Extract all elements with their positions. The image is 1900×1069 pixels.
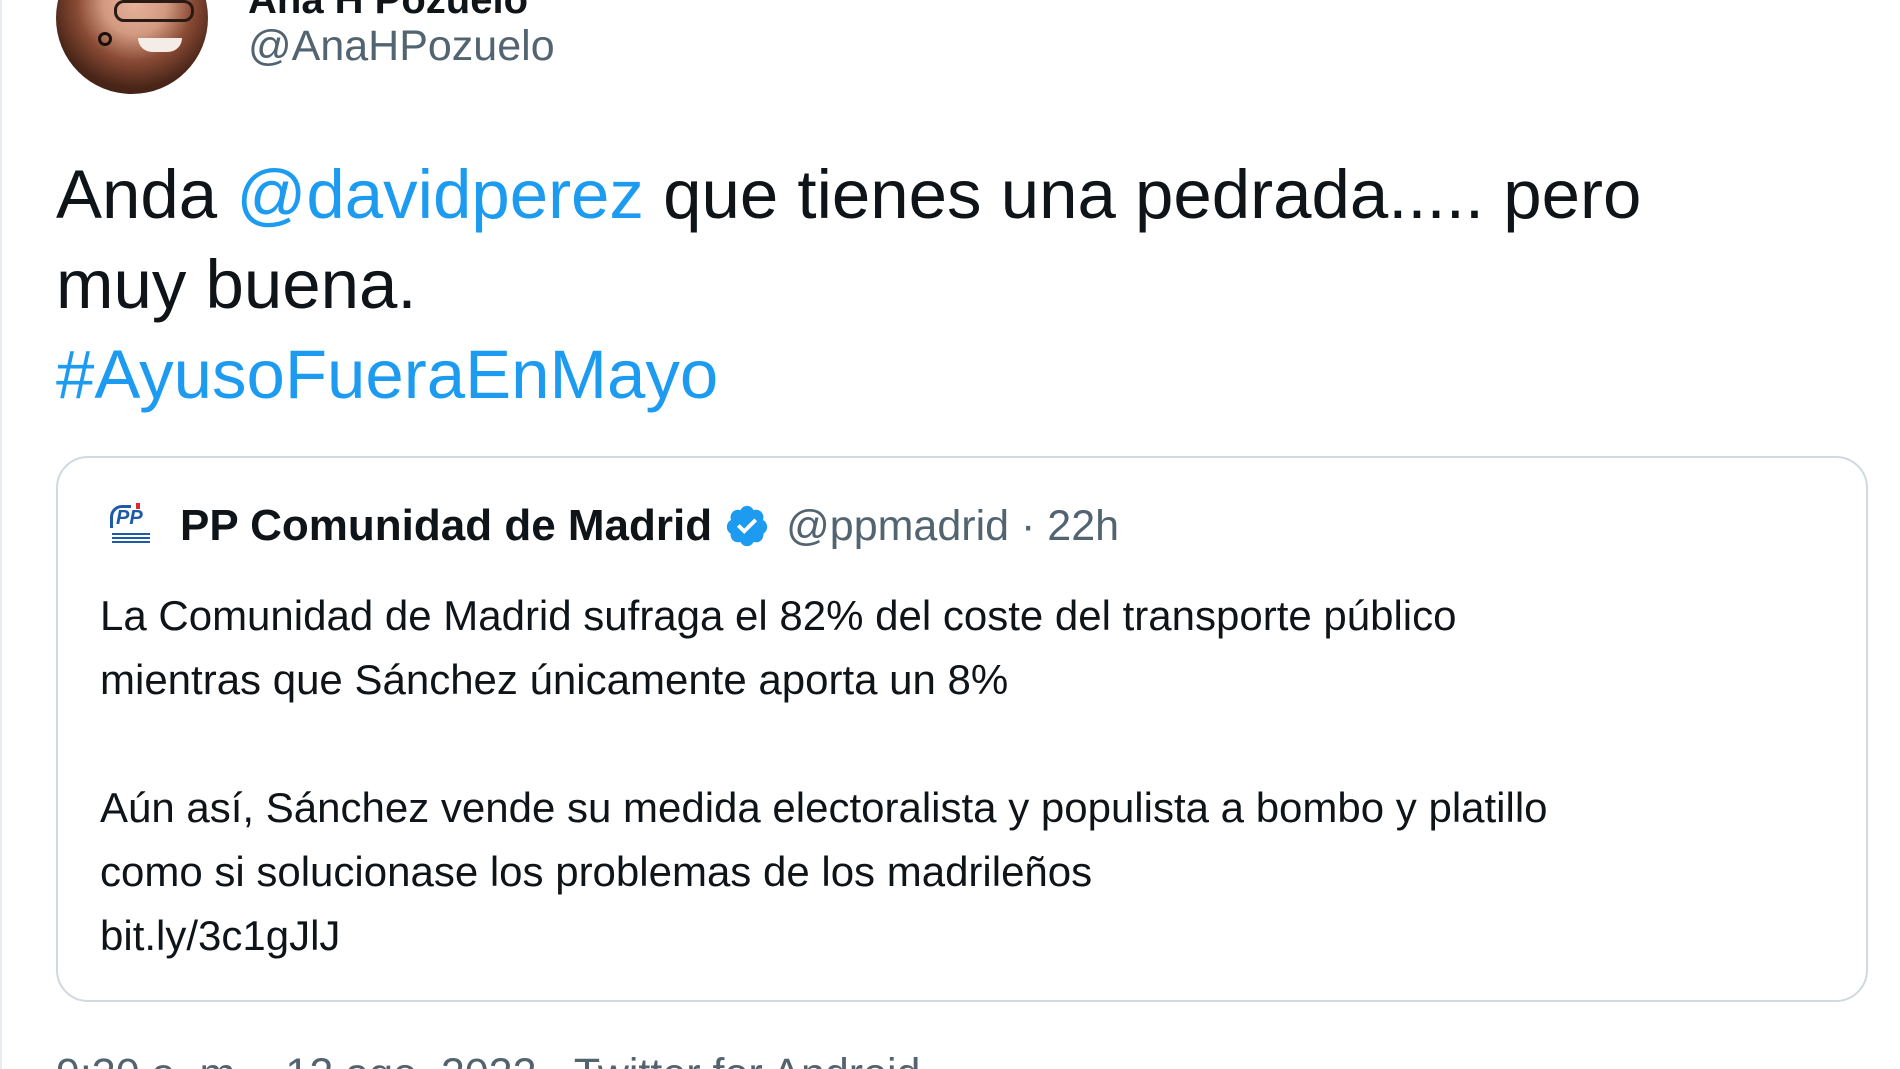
pp-logo-icon[interactable]: PP [106,501,156,551]
quoted-tweet-time[interactable]: 22h [1047,502,1119,551]
tweet-text: Anda @davidperez que tienes una pedrada.… [56,150,1756,420]
quoted-tweet-header: PP PP Comunidad de Madrid @ppmadrid · 22… [106,496,1119,556]
quoted-line: como si solucionase los problemas de los… [100,848,1093,895]
tweet-timestamp-footer[interactable]: 9:30 a. m. · 12 ago. 2022 · Twitter for … [56,1050,920,1069]
author-handle[interactable]: @AnaHPozuelo [248,22,555,71]
quoted-author-name[interactable]: PP Comunidad de Madrid [180,501,712,551]
avatar-glasses [114,0,194,22]
author-display-name[interactable]: Ana H Pozuelo [248,0,528,23]
verified-badge-icon [726,505,768,547]
avatar-earring [98,32,112,46]
tweet-prefix: Anda [56,156,237,233]
separator-dot: · [1021,501,1036,550]
author-avatar[interactable] [56,0,208,94]
tweet-screenshot: Ana H Pozuelo @AnaHPozuelo Anda @davidpe… [0,0,1900,1069]
quoted-link[interactable]: bit.ly/3c1gJlJ [100,904,1840,968]
quoted-author-handle[interactable]: @ppmadrid [786,502,1009,551]
pp-logo-lines [112,533,150,543]
tweet-text-after-mention: que tienes una pedrada..... pero [643,156,1642,233]
quoted-line: mientras que Sánchez únicamente aporta u… [100,656,1009,703]
pp-logo-text: PP [116,507,143,529]
quoted-tweet-body: La Comunidad de Madrid sufraga el 82% de… [100,584,1840,968]
column-border [0,0,2,1069]
quoted-line: Aún así, Sánchez vende su medida elector… [100,784,1548,831]
hashtag-link[interactable]: #AyusoFueraEnMayo [56,330,1756,420]
tweet-line-2: muy buena. [56,246,417,323]
quoted-tweet-card[interactable]: PP PP Comunidad de Madrid @ppmadrid · 22… [56,456,1868,1002]
avatar-smile [138,38,182,52]
pp-logo-accent [136,503,140,509]
mention-link[interactable]: @davidperez [236,156,644,233]
tweet-line-1: Anda @davidperez que tienes una pedrada.… [56,150,1756,240]
quoted-line: La Comunidad de Madrid sufraga el 82% de… [100,592,1457,639]
meta-separator: · [1009,502,1047,551]
